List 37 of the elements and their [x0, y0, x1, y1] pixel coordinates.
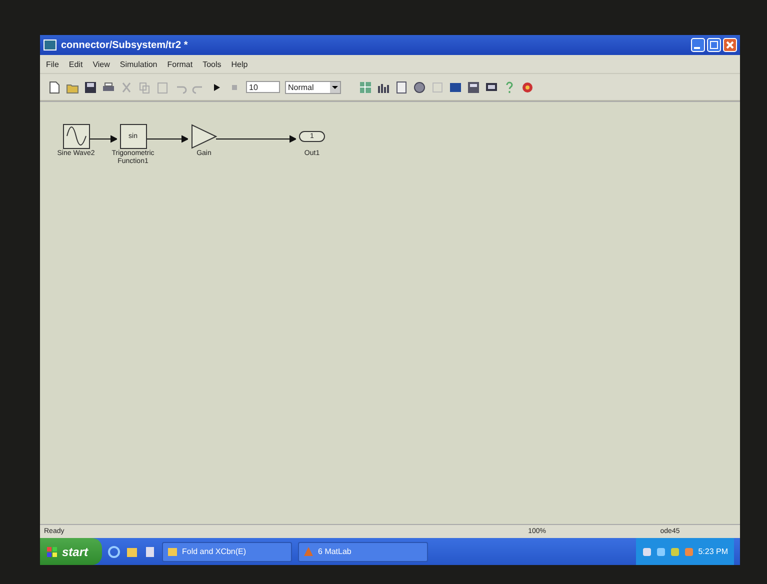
clock: 5:23 PM — [698, 547, 728, 556]
printer-icon[interactable] — [102, 80, 115, 94]
close-icon[interactable] — [723, 38, 737, 52]
taskbar-button[interactable]: 6 MatLab — [298, 542, 428, 562]
menu-item[interactable]: Format — [167, 60, 193, 68]
document-icon[interactable] — [144, 546, 156, 558]
menu-item[interactable]: View — [92, 60, 110, 68]
menu-item[interactable]: Tools — [202, 60, 222, 68]
target-icon[interactable] — [521, 80, 534, 94]
list-icon[interactable] — [395, 80, 408, 94]
stop-time-field[interactable]: 10 — [246, 81, 280, 93]
minimize-icon[interactable] — [691, 38, 705, 52]
signal-arrow — [89, 135, 117, 143]
program-icon — [303, 546, 314, 557]
block-library-icon[interactable] — [449, 80, 462, 94]
flag-icon — [46, 546, 58, 558]
document-icon[interactable] — [48, 80, 61, 94]
start-button[interactable]: start — [40, 538, 102, 565]
gain-block[interactable] — [191, 124, 217, 149]
folder-icon — [167, 546, 178, 557]
browser-icon[interactable] — [108, 546, 120, 558]
menu-item[interactable]: Help — [231, 60, 248, 68]
monitor-icon[interactable] — [485, 80, 498, 94]
simulation-mode-dropdown[interactable]: Normal — [285, 80, 341, 94]
window-grid-icon[interactable] — [467, 80, 480, 94]
caret-icon — [330, 82, 340, 92]
signal-arrow — [146, 135, 188, 143]
sine-wave-block[interactable] — [62, 124, 90, 149]
taskbar-button[interactable]: Fold and XCbn(E) — [162, 542, 292, 562]
window-icon — [43, 39, 57, 51]
folder-icon[interactable] — [126, 546, 138, 558]
menu-item[interactable]: File — [46, 60, 59, 68]
menu-item[interactable]: Simulation — [120, 60, 158, 68]
maximize-icon[interactable] — [707, 38, 721, 52]
menu-item[interactable]: Edit — [68, 60, 83, 68]
window-title: connector/Subsystem/tr2 * — [61, 40, 188, 50]
grid-icon[interactable] — [359, 80, 372, 94]
